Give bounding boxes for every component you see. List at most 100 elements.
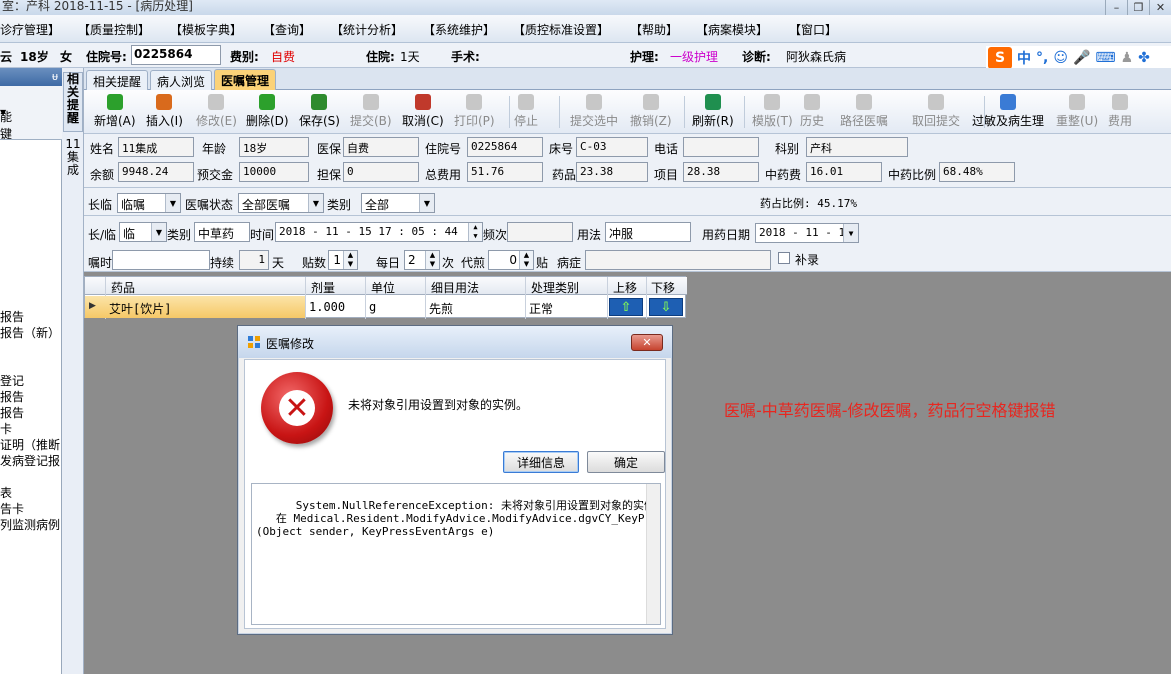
menu-system[interactable]: 【系统维护】	[423, 21, 495, 38]
details-scrollbar[interactable]	[646, 484, 660, 624]
herbal-fee-field[interactable]: 16.01	[806, 162, 882, 182]
ime-mode[interactable]: 中	[1017, 48, 1031, 68]
sogou-logo-icon[interactable]: S	[988, 47, 1012, 69]
status-filter-select[interactable]: 全部医嘱 ▼	[238, 193, 324, 213]
item-fee-field[interactable]: 28.38	[683, 162, 759, 182]
toolbar-button-18[interactable]: 费用	[1108, 94, 1132, 132]
toolbar-button-2[interactable]: 修改(E)	[196, 94, 237, 132]
col-drug[interactable]: 药品	[111, 279, 135, 296]
freq-field[interactable]	[507, 222, 573, 242]
tab-reminders[interactable]: 相关提醒	[86, 70, 149, 90]
details-button[interactable]: 详细信息	[503, 451, 579, 473]
col-usage[interactable]: 细目用法	[431, 279, 479, 296]
insurance-field[interactable]: 自费	[343, 137, 419, 157]
inpatient-no-field2[interactable]: 0225864	[467, 137, 543, 157]
toolbar-button-1[interactable]: 插入(I)	[146, 94, 183, 132]
left-panel-item[interactable]: 报告	[0, 388, 62, 405]
total-field[interactable]: 51.76	[467, 162, 543, 182]
daily-spinner[interactable]: 2 ▲ ▼	[404, 250, 440, 270]
col-category[interactable]: 处理类别	[531, 279, 579, 296]
left-panel-item[interactable]: 报告	[0, 308, 62, 325]
spinner-icon[interactable]: ▲ ▼	[468, 223, 482, 241]
user-icon[interactable]: ♟	[1121, 50, 1134, 66]
herbal-ratio-field[interactable]: 68.48%	[939, 162, 1015, 182]
toolbar-button-17[interactable]: 重整(U)	[1056, 94, 1098, 132]
menu-query[interactable]: 【查询】	[263, 21, 311, 38]
microphone-icon[interactable]: 🎤	[1073, 50, 1090, 66]
menu-qc-standards[interactable]: 【质控标准设置】	[513, 21, 609, 38]
pin-icon[interactable]: ᵾ	[52, 70, 58, 83]
dialog-close-button[interactable]: ✕	[631, 334, 663, 351]
left-panel-item[interactable]: 报告	[0, 404, 62, 421]
age-field[interactable]: 18岁	[239, 137, 309, 157]
toolbar-button-8[interactable]: 停止	[514, 94, 538, 132]
move-up-button[interactable]: ⇧	[609, 298, 643, 316]
menu-help[interactable]: 【帮助】	[630, 21, 678, 38]
deposit-field[interactable]: 10000	[239, 162, 309, 182]
longtemp-filter-select[interactable]: 临嘱 ▼	[117, 193, 181, 213]
drug-fee-field[interactable]: 23.38	[576, 162, 648, 182]
exception-details[interactable]: System.NullReferenceException: 未将对象引用设置到…	[251, 483, 661, 625]
left-panel-item[interactable]: 证明（推断	[0, 436, 62, 453]
decoct-spinner[interactable]: 0 ▲ ▼	[488, 250, 534, 270]
category-filter-select[interactable]: 全部 ▼	[361, 193, 435, 213]
left-panel-item[interactable]: 告卡	[0, 500, 62, 517]
menu-window[interactable]: 【窗口】	[789, 21, 837, 38]
entrust-field[interactable]	[112, 250, 210, 270]
cell-dose[interactable]: 1.000	[309, 300, 345, 314]
left-panel-item[interactable]: 报告（新）	[0, 324, 62, 341]
vtab-patient[interactable]: 11集成	[63, 138, 83, 238]
cell-category[interactable]: 正常	[529, 300, 553, 317]
keyboard-icon[interactable]: ⌨	[1095, 50, 1115, 66]
left-panel-shortcut[interactable]: 能键 ▼	[0, 86, 62, 141]
toolbar-button-9[interactable]: 提交选中	[570, 94, 618, 132]
menu-stats[interactable]: 【统计分析】	[331, 21, 403, 38]
usage-field[interactable]: 冲服	[605, 222, 691, 242]
spinner-icon[interactable]: ▲ ▼	[343, 251, 357, 269]
backfill-checkbox[interactable]	[778, 252, 790, 264]
balance-field[interactable]: 9948.24	[118, 162, 194, 182]
cell-unit[interactable]: g	[369, 300, 376, 314]
menu-templates[interactable]: 【模板字典】	[170, 21, 242, 38]
tab-patient-browse[interactable]: 病人浏览	[150, 70, 213, 90]
col-move-up[interactable]: 上移	[613, 279, 637, 296]
menu-records[interactable]: 【病案模块】	[696, 21, 768, 38]
longtemp-select[interactable]: 临 ▼	[119, 222, 167, 242]
cell-usage[interactable]: 先煎	[429, 300, 453, 317]
restore-icon[interactable]: ❐	[1127, 0, 1149, 15]
name-field[interactable]: 11集成	[118, 137, 194, 157]
toolbar-button-6[interactable]: 取消(C)	[402, 94, 444, 132]
toolbar-button-10[interactable]: 撤销(Z)	[630, 94, 672, 132]
packs-spinner[interactable]: 1 ▲ ▼	[328, 250, 358, 270]
vtab-reminders[interactable]: 相关提醒	[63, 72, 83, 132]
left-panel-item[interactable]: 表	[0, 484, 62, 501]
left-panel-item[interactable]: 卡	[0, 420, 62, 437]
settings-icon[interactable]: ✤	[1138, 50, 1150, 66]
inpatient-no-field[interactable]: 0225864	[131, 45, 221, 65]
spinner-icon[interactable]: ▲ ▼	[425, 251, 439, 269]
cell-drug[interactable]: 艾叶[饮片]	[109, 300, 171, 317]
left-panel-item[interactable]: 登记	[0, 372, 62, 389]
menu-quality[interactable]: 【质量控制】	[78, 21, 150, 38]
toolbar-button-4[interactable]: 保存(S)	[299, 94, 340, 132]
left-panel-item[interactable]: 列监测病例	[0, 516, 62, 533]
duration-field[interactable]: 1	[239, 250, 269, 270]
toolbar-button-3[interactable]: 删除(D)	[246, 94, 289, 132]
col-move-down[interactable]: 下移	[651, 279, 675, 296]
punctuation-icon[interactable]: °,	[1036, 50, 1048, 66]
bed-field[interactable]: C-03	[576, 137, 648, 157]
minimize-icon[interactable]: –	[1105, 0, 1127, 15]
toolbar-button-16[interactable]: 过敏及病生理	[972, 94, 1044, 132]
toolbar-button-7[interactable]: 打印(P)	[454, 94, 495, 132]
tab-order-management[interactable]: 医嘱管理	[214, 69, 277, 90]
symptom-field[interactable]	[585, 250, 771, 270]
toolbar-button-0[interactable]: 新增(A)	[94, 94, 136, 132]
time-picker[interactable]: 2018 - 11 - 15 17 : 05 : 44 ▲ ▼	[275, 222, 483, 242]
menu-clinical[interactable]: 诊疗管理】	[0, 21, 60, 38]
table-row[interactable]: ▶ 艾叶[饮片] 1.000 g 先煎 正常 ⇧ ⇩	[85, 296, 687, 318]
col-dose[interactable]: 剂量	[311, 279, 335, 296]
toolbar-button-11[interactable]: 刷新(R)	[692, 94, 734, 132]
type-field[interactable]: 中草药	[194, 222, 250, 242]
move-down-button[interactable]: ⇩	[649, 298, 683, 316]
left-panel-item[interactable]: 发病登记报	[0, 452, 62, 469]
